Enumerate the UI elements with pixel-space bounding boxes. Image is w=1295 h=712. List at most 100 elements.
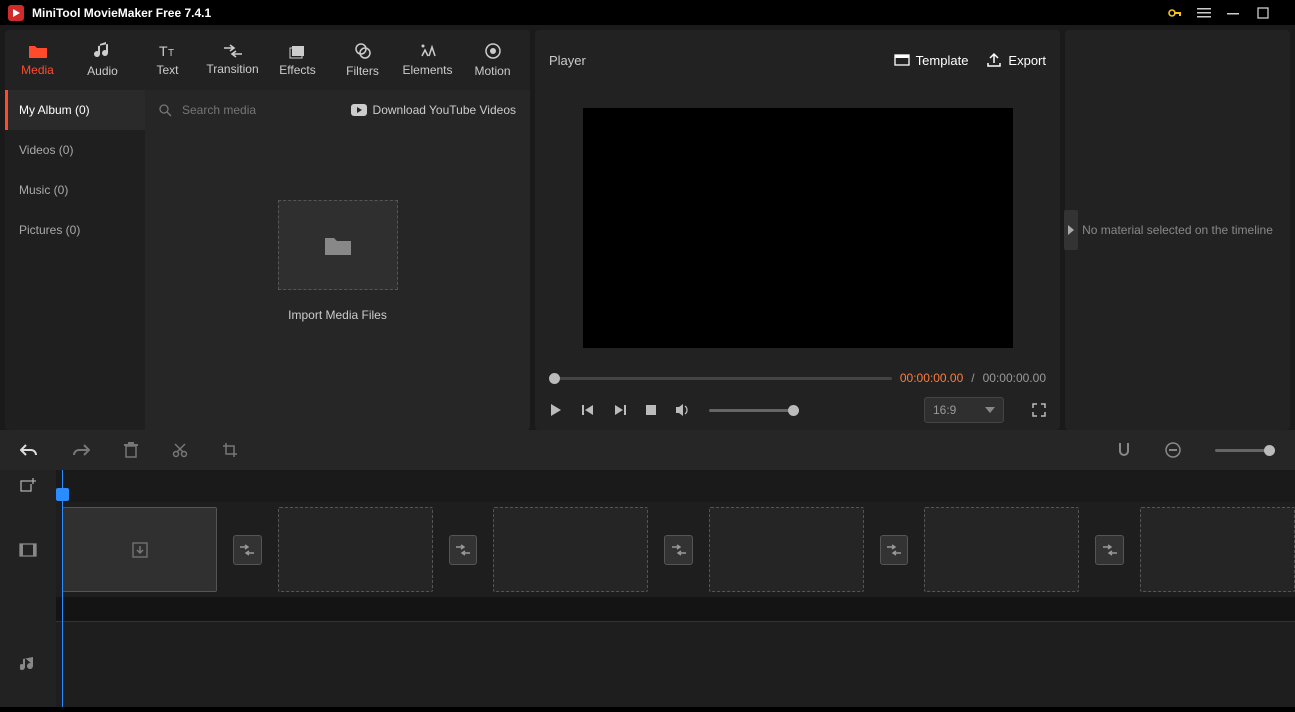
crop-button[interactable] [222,442,238,458]
button-label: Export [1008,53,1046,68]
next-button[interactable] [613,403,627,417]
delete-button[interactable] [124,442,138,458]
volume-slider[interactable] [709,409,799,412]
sidebar-item-label: Music (0) [19,183,68,197]
tab-effects[interactable]: Effects [265,30,330,90]
seek-slider[interactable] [549,377,892,380]
tab-elements[interactable]: Elements [395,30,460,90]
tab-filters[interactable]: Filters [330,30,395,90]
svg-text:T: T [159,43,168,59]
download-youtube-link[interactable]: Download YouTube Videos [351,103,516,117]
sidebar-item-pictures[interactable]: Pictures (0) [5,210,145,250]
tab-label: Transition [206,62,258,76]
clip-slot[interactable] [1140,507,1295,592]
sidebar-item-label: Videos (0) [19,143,73,157]
split-button[interactable] [172,442,188,458]
sidebar-item-myalbum[interactable]: My Album (0) [5,90,145,130]
player-title: Player [549,53,586,68]
clip-slot[interactable] [62,507,217,592]
aspect-select[interactable]: 16:9 [924,397,1004,423]
youtube-icon [351,104,367,116]
aspect-value: 16:9 [933,403,956,417]
tab-label: Media [21,63,54,77]
clip-slot[interactable] [709,507,864,592]
fullscreen-button[interactable] [1032,403,1046,417]
minimize-icon[interactable] [1227,6,1257,20]
button-label: Template [916,53,969,68]
volume-icon[interactable] [675,403,691,417]
key-icon[interactable] [1167,5,1197,21]
clip-slot[interactable] [924,507,1079,592]
tab-audio[interactable]: Audio [70,30,135,90]
properties-panel: No material selected on the timeline [1065,30,1290,430]
menu-icon[interactable] [1197,6,1227,20]
sidebar-item-label: My Album (0) [19,103,90,117]
timeline-toolbar [0,430,1295,470]
play-button[interactable] [549,403,563,417]
template-icon [894,52,910,68]
maximize-icon[interactable] [1257,7,1287,19]
undo-button[interactable] [20,443,38,457]
motion-icon [484,42,502,60]
sidebar-item-videos[interactable]: Videos (0) [5,130,145,170]
export-icon [986,52,1002,68]
sidebar-item-music[interactable]: Music (0) [5,170,145,210]
transition-slot[interactable] [1095,535,1123,565]
tab-media[interactable]: Media [5,30,70,90]
snap-button[interactable] [1117,442,1131,458]
folder-icon [323,233,353,257]
transition-slot[interactable] [233,535,261,565]
template-button[interactable]: Template [894,52,969,68]
playhead[interactable] [62,470,63,707]
tab-label: Filters [346,64,379,78]
timeline [0,470,1295,707]
link-label: Download YouTube Videos [373,103,516,117]
tab-label: Text [156,63,178,77]
time-separator: / [971,371,974,385]
search-icon [159,104,172,117]
transition-icon [223,44,243,58]
player-panel: Player Template Export 00:00:00.00 / 00:… [535,30,1060,430]
chevron-down-icon [985,407,995,413]
import-label: Import Media Files [288,308,387,322]
expand-panel-button[interactable] [1064,210,1078,250]
elements-icon [419,43,437,59]
tab-text[interactable]: TT Text [135,30,200,90]
import-media-button[interactable] [278,200,398,290]
stop-button[interactable] [645,404,657,416]
app-title: MiniTool MovieMaker Free 7.4.1 [32,6,211,20]
video-track[interactable] [56,502,1295,597]
main-tabs: Media Audio TT Text Transition Effects F… [5,30,530,90]
sidebar-item-label: Pictures (0) [19,223,80,237]
clip-slot[interactable] [493,507,648,592]
time-total: 00:00:00.00 [983,371,1046,385]
audio-track[interactable] [56,621,1295,707]
player-viewport [583,108,1013,348]
redo-button[interactable] [72,443,90,457]
media-sidebar: My Album (0) Videos (0) Music (0) Pictur… [5,90,145,430]
filters-icon [354,42,372,60]
no-selection-message: No material selected on the timeline [1072,223,1283,237]
search-input[interactable] [182,103,341,117]
tab-transition[interactable]: Transition [200,30,265,90]
video-track-icon [0,502,56,597]
tab-label: Effects [279,63,315,77]
tab-motion[interactable]: Motion [460,30,525,90]
transition-slot[interactable] [880,535,908,565]
transition-slot[interactable] [664,535,692,565]
svg-text:T: T [168,48,174,59]
zoom-out-button[interactable] [1165,442,1181,458]
tab-label: Audio [87,64,118,78]
export-button[interactable]: Export [986,52,1046,68]
folder-icon [28,43,48,59]
download-icon [131,541,149,559]
text-icon: TT [159,43,177,59]
audio-track-icon [0,621,56,707]
zoom-slider[interactable] [1215,449,1275,452]
add-track-button[interactable] [0,470,56,502]
clip-slot[interactable] [278,507,433,592]
timeline-ruler[interactable] [56,470,1295,502]
media-panel: Media Audio TT Text Transition Effects F… [5,30,530,430]
transition-slot[interactable] [449,535,477,565]
prev-button[interactable] [581,403,595,417]
